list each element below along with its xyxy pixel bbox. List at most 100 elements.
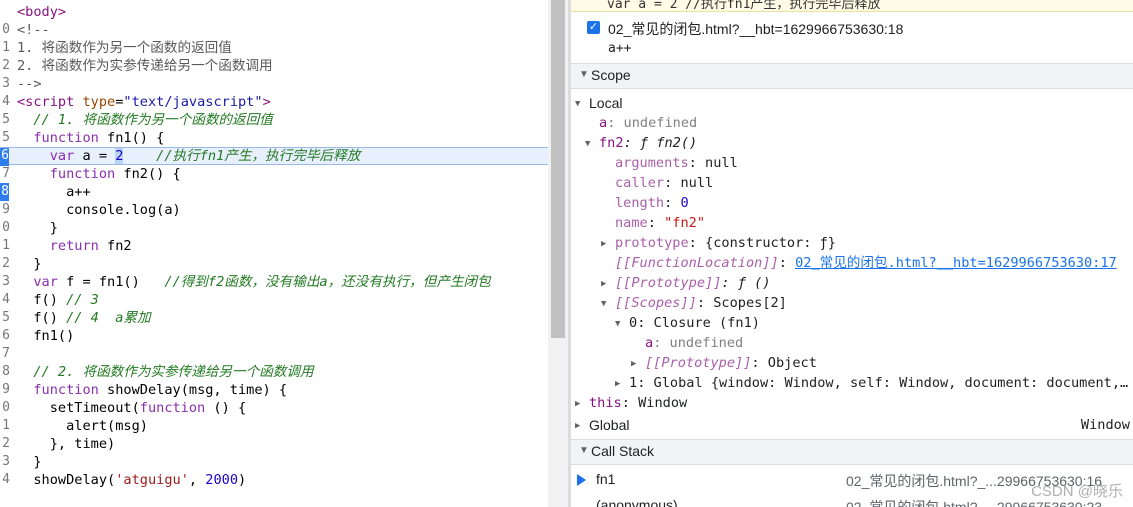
line-number[interactable]: 2 bbox=[0, 255, 10, 273]
line-number[interactable]: 4 bbox=[0, 93, 10, 111]
scope-entry: [[FunctionLocation]]: 02_常见的闭包.html?__hb… bbox=[615, 253, 1117, 273]
line-number[interactable]: 3 bbox=[0, 273, 10, 291]
code-line[interactable]: 0 setTimeout(function () { bbox=[0, 399, 548, 417]
code-line[interactable]: 5 // 1. 将函数作为另一个函数的返回值 bbox=[0, 111, 548, 129]
scope-key: 1 bbox=[629, 375, 638, 391]
scope-row[interactable]: ▶ Global Window bbox=[575, 415, 1133, 435]
code-text: showDelay('atguigu', 2000) bbox=[17, 471, 246, 489]
collapse-triangle-icon: ▼ bbox=[579, 445, 589, 456]
breakpoint-marker[interactable]: 8 bbox=[0, 183, 9, 201]
code-line[interactable]: 7 function fn2() { bbox=[0, 165, 548, 183]
editor-scrollbar-thumb[interactable] bbox=[551, 0, 565, 338]
code-line[interactable]: 7 bbox=[0, 345, 548, 363]
code-text: function fn2() { bbox=[17, 165, 181, 183]
code-line[interactable]: 6 fn1() bbox=[0, 327, 548, 345]
line-number[interactable]: 7 bbox=[0, 165, 10, 183]
line-number[interactable]: 1 bbox=[0, 39, 10, 57]
line-number[interactable]: 9 bbox=[0, 201, 10, 219]
line-number[interactable]: 1 bbox=[0, 237, 10, 255]
code-line[interactable]: 1 return fn2 bbox=[0, 237, 548, 255]
breakpoint-marker[interactable]: 6 bbox=[0, 148, 9, 166]
code-token: type bbox=[82, 94, 116, 110]
scope-entry: a: undefined bbox=[645, 333, 743, 353]
expand-triangle-down-icon[interactable]: ▼ bbox=[615, 314, 620, 334]
code-token: f = fn1() bbox=[57, 274, 165, 290]
line-number[interactable]: 4 bbox=[0, 291, 10, 309]
code-editor[interactable]: <body> 0 <!-- 1 1. 将函数作为另一个函数的返回值 2 2. 将函数作为实参… bbox=[0, 0, 548, 507]
code-line[interactable]: <body> bbox=[0, 3, 548, 21]
expand-triangle-down-icon[interactable]: ▼ bbox=[585, 134, 590, 154]
scope-section-header[interactable]: ▼ Scope bbox=[571, 63, 1133, 89]
code-line[interactable]: 2 2. 将函数作为实参传递给另一个函数调用 bbox=[0, 57, 548, 75]
code-line[interactable]: 3 --> bbox=[0, 75, 548, 93]
code-text: 1. 将函数作为另一个函数的返回值 bbox=[17, 39, 232, 57]
code-line[interactable]: 1 1. 将函数作为另一个函数的返回值 bbox=[0, 39, 548, 57]
line-number[interactable] bbox=[0, 3, 10, 21]
code-line[interactable]: 0 } bbox=[0, 219, 548, 237]
scope-value: : bbox=[647, 215, 665, 231]
scope-entry: Global bbox=[589, 415, 629, 436]
expand-triangle-right-icon[interactable]: ▶ bbox=[575, 416, 580, 436]
breakpoint-checkbox[interactable]: ✓ bbox=[587, 21, 600, 34]
code-line[interactable]: 0 <!-- bbox=[0, 21, 548, 39]
code-token: //执行fn1产生，执行完毕后释放 bbox=[156, 148, 361, 164]
code-line[interactable]: 8 a++ bbox=[0, 183, 548, 201]
line-number[interactable]: 3 bbox=[0, 75, 10, 93]
code-line[interactable]: 4 f() // 3 bbox=[0, 291, 548, 309]
scope-key: prototype bbox=[615, 235, 689, 251]
line-number[interactable]: 0 bbox=[0, 219, 10, 237]
code-line[interactable]: 2 } bbox=[0, 255, 548, 273]
code-token: 'atguigu' bbox=[115, 472, 189, 488]
code-text: <script type="text/javascript"> bbox=[17, 93, 271, 111]
scope-entry: [[Prototype]]: Object bbox=[645, 353, 817, 373]
scope-key: [[Prototype]] bbox=[615, 275, 722, 291]
code-token: f() bbox=[17, 310, 67, 326]
scope-entry: caller: null bbox=[615, 173, 713, 193]
code-token: return bbox=[49, 238, 99, 254]
expand-triangle-right-icon[interactable]: ▶ bbox=[601, 274, 606, 294]
line-number[interactable]: 1 bbox=[0, 417, 10, 435]
line-number[interactable]: 9 bbox=[0, 381, 10, 399]
code-line[interactable]: 2 }, time) bbox=[0, 435, 548, 453]
expand-triangle-down-icon[interactable]: ▼ bbox=[601, 294, 606, 314]
expand-triangle-right-icon[interactable]: ▶ bbox=[615, 374, 620, 394]
code-line[interactable]: 1 alert(msg) bbox=[0, 417, 548, 435]
expand-triangle-right-icon[interactable]: ▶ bbox=[631, 354, 636, 374]
scope-key: a bbox=[645, 335, 654, 351]
line-number[interactable]: 2 bbox=[0, 435, 10, 453]
code-line[interactable]: 9 console.log(a) bbox=[0, 201, 548, 219]
line-number[interactable]: 6 bbox=[0, 327, 10, 345]
line-number[interactable]: 8 bbox=[0, 363, 10, 381]
code-line[interactable]: 5 function fn1() { bbox=[0, 129, 548, 147]
call-stack-section-header[interactable]: ▼ Call Stack bbox=[571, 439, 1133, 465]
code-line[interactable]: 4 showDelay('atguigu', 2000) bbox=[0, 471, 548, 489]
line-number[interactable]: 7 bbox=[0, 345, 10, 363]
code-line[interactable]: 8 // 2. 将函数作为实参传递给另一个函数调用 bbox=[0, 363, 548, 381]
code-line[interactable]: 3 } bbox=[0, 453, 548, 471]
code-line[interactable]: 5 f() // 4 a累加 bbox=[0, 309, 548, 327]
scope-entry: [[Scopes]]: Scopes[2] bbox=[615, 293, 787, 313]
expand-triangle-down-icon[interactable]: ▼ bbox=[575, 94, 580, 114]
code-line[interactable]: 6 var a = 2 //执行fn1产生，执行完毕后释放 bbox=[0, 147, 548, 166]
line-number[interactable]: 5 bbox=[0, 129, 10, 147]
expand-triangle-right-icon[interactable]: ▶ bbox=[575, 394, 580, 414]
line-number[interactable]: 5 bbox=[0, 309, 10, 327]
code-line[interactable]: 9 function showDelay(msg, time) { bbox=[0, 381, 548, 399]
scope-key: Local bbox=[589, 95, 623, 111]
line-number[interactable]: 3 bbox=[0, 453, 10, 471]
expand-triangle-right-icon[interactable]: ▶ bbox=[601, 234, 606, 254]
line-number[interactable]: 2 bbox=[0, 57, 10, 75]
code-line[interactable]: 4 <script type="text/javascript"> bbox=[0, 93, 548, 111]
line-number[interactable]: 0 bbox=[0, 399, 10, 417]
breakpoint-location[interactable]: 02_常见的闭包.html?__hbt=1629966753630:18 bbox=[608, 19, 903, 39]
code-text: var a = 2 //执行fn1产生，执行完毕后释放 bbox=[17, 148, 360, 164]
code-token: } bbox=[17, 454, 42, 470]
line-number[interactable]: 5 bbox=[0, 111, 10, 129]
code-line[interactable]: 3 var f = fn1() //得到f2函数，没有输出a，还没有执行，但产生… bbox=[0, 273, 548, 291]
line-number[interactable]: 0 bbox=[0, 21, 10, 39]
line-number[interactable]: 4 bbox=[0, 471, 10, 489]
function-location-link[interactable]: 02_常见的闭包.html?__hbt=1629966753630:17 bbox=[795, 255, 1117, 271]
scope-key: [[FunctionLocation]] bbox=[615, 255, 779, 271]
